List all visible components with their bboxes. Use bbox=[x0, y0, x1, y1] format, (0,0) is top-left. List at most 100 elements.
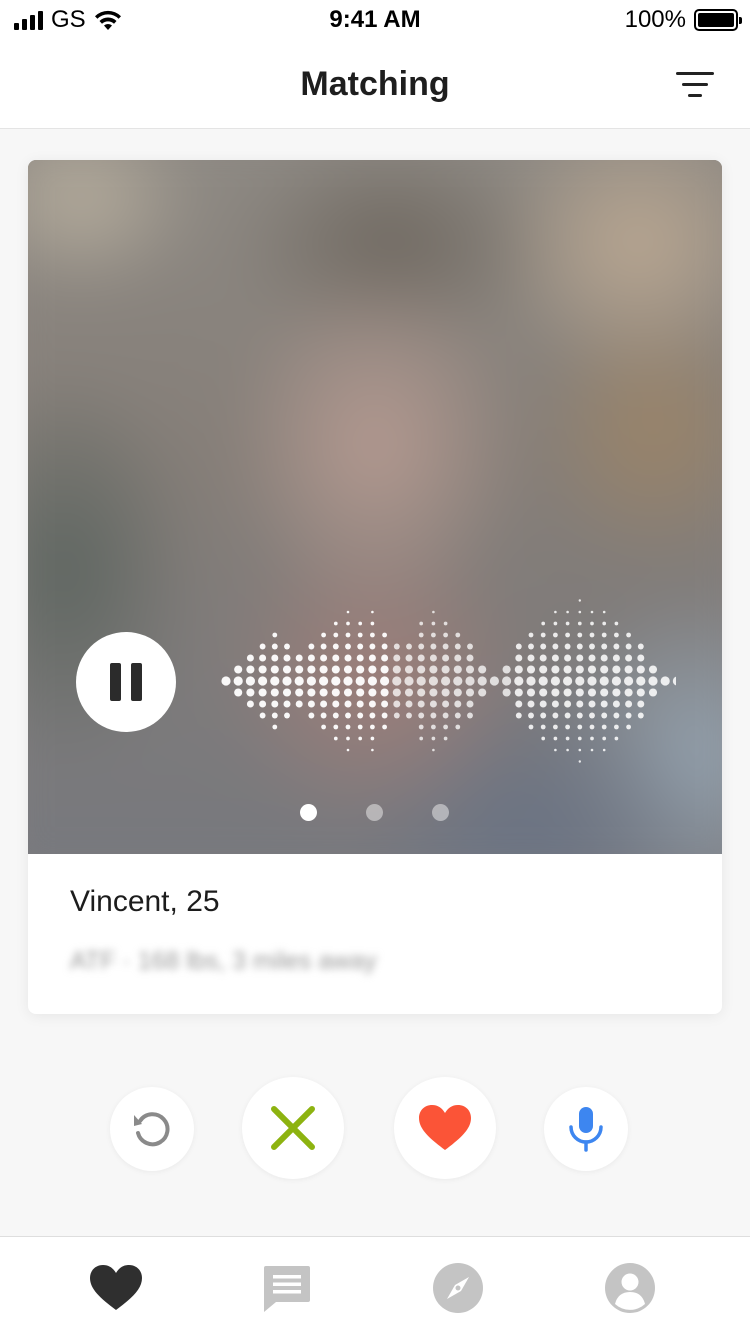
waveform-dot bbox=[307, 700, 315, 708]
profile-icon bbox=[605, 1263, 655, 1313]
tab-matching[interactable] bbox=[86, 1259, 146, 1317]
waveform-dot bbox=[600, 688, 609, 697]
waveform-dot bbox=[417, 654, 425, 662]
tab-messages[interactable] bbox=[256, 1259, 316, 1317]
waveform-dot bbox=[368, 688, 377, 697]
waveform-dot bbox=[432, 610, 435, 614]
waveform-dot bbox=[320, 654, 328, 662]
waveform-dot bbox=[601, 724, 607, 730]
waveform-dot bbox=[455, 724, 461, 730]
waveform-dot bbox=[590, 621, 594, 626]
waveform-dot bbox=[625, 700, 633, 708]
waveform-dot bbox=[295, 688, 304, 697]
waveform-dot bbox=[601, 632, 607, 638]
waveform-dot bbox=[308, 712, 315, 719]
waveform-dot bbox=[514, 676, 524, 686]
waveform-dot bbox=[600, 700, 608, 708]
waveform-dot bbox=[602, 610, 606, 614]
audio-waveform[interactable] bbox=[216, 596, 676, 766]
waveform-dot bbox=[540, 632, 546, 638]
waveform-dot bbox=[602, 748, 606, 752]
page-dot[interactable] bbox=[366, 804, 383, 821]
waveform-dot bbox=[553, 724, 558, 730]
waveform-dot bbox=[601, 643, 608, 650]
waveform-dot bbox=[612, 688, 621, 697]
page-dot-active[interactable] bbox=[300, 804, 317, 821]
profile-photo[interactable] bbox=[28, 160, 722, 854]
waveform-dot bbox=[636, 688, 645, 697]
waveform-dot bbox=[467, 643, 473, 650]
waveform-dot bbox=[589, 643, 595, 650]
waveform-dot bbox=[589, 712, 595, 719]
waveform-dot bbox=[441, 676, 451, 686]
waveform-dot bbox=[418, 632, 424, 638]
waveform-dot bbox=[541, 736, 546, 741]
waveform-dot bbox=[381, 712, 388, 719]
waveform-dot bbox=[271, 643, 278, 650]
waveform-dot bbox=[233, 676, 243, 686]
waveform-dot bbox=[272, 632, 278, 638]
waveform-dot bbox=[370, 621, 375, 626]
waveform-dot bbox=[577, 724, 583, 730]
waveform-dot bbox=[368, 700, 376, 708]
waveform-dot bbox=[443, 632, 448, 638]
waveform-dot bbox=[295, 654, 303, 662]
dislike-button[interactable] bbox=[242, 1077, 344, 1179]
waveform-dot bbox=[431, 736, 436, 741]
waveform-dot bbox=[418, 643, 425, 650]
waveform-dot bbox=[356, 700, 364, 708]
filter-button[interactable] bbox=[676, 68, 720, 102]
waveform-dot bbox=[284, 712, 290, 719]
status-right: 100% bbox=[625, 8, 742, 32]
waveform-dot bbox=[417, 665, 426, 674]
waveform-dot bbox=[404, 688, 414, 697]
waveform-dot bbox=[356, 665, 365, 674]
waveform-dot bbox=[370, 736, 375, 741]
waveform-dot bbox=[588, 700, 596, 708]
waveform-dot bbox=[626, 632, 631, 638]
waveform-dot bbox=[565, 632, 570, 638]
waveform-dot bbox=[295, 665, 304, 674]
like-button[interactable] bbox=[394, 1077, 496, 1179]
waveform-dot bbox=[282, 688, 292, 697]
waveform-dot bbox=[612, 654, 620, 662]
waveform-dot bbox=[307, 654, 315, 662]
waveform-dot bbox=[246, 665, 255, 674]
waveform-dot bbox=[356, 654, 364, 662]
waveform-dot bbox=[245, 676, 255, 686]
waveform-dot bbox=[612, 665, 621, 674]
voice-button[interactable] bbox=[544, 1087, 628, 1171]
waveform-dot bbox=[564, 712, 571, 719]
waveform-dot bbox=[554, 610, 557, 614]
tab-profile[interactable] bbox=[600, 1259, 660, 1317]
waveform-dot bbox=[601, 712, 608, 719]
pause-button[interactable] bbox=[76, 632, 176, 732]
rewind-button[interactable] bbox=[110, 1087, 194, 1171]
waveform-dot bbox=[282, 676, 292, 686]
waveform-dot bbox=[320, 643, 327, 650]
waveform-dot bbox=[428, 676, 438, 686]
navigation-header: Matching bbox=[0, 40, 750, 129]
waveform-dot bbox=[636, 665, 645, 674]
waveform-dot bbox=[369, 643, 376, 650]
waveform-dot bbox=[514, 665, 523, 674]
waveform-dot bbox=[539, 654, 547, 662]
waveform-dot bbox=[333, 632, 339, 638]
waveform-dot bbox=[319, 665, 328, 674]
waveform-dot bbox=[283, 700, 291, 708]
waveform-dot bbox=[453, 688, 462, 697]
waveform-dot bbox=[320, 700, 328, 708]
waveform-dot bbox=[333, 724, 339, 730]
profile-card[interactable]: Vincent, 25 ATF · 168 lbs, 3 miles away bbox=[28, 160, 722, 1014]
waveform-dot bbox=[454, 643, 461, 650]
waveform-dot bbox=[515, 654, 523, 662]
waveform-dot bbox=[405, 654, 413, 662]
waveform-dot bbox=[515, 700, 523, 708]
waveform-dot bbox=[563, 665, 572, 674]
page-dot[interactable] bbox=[432, 804, 449, 821]
waveform-dot bbox=[441, 665, 450, 674]
waveform-dot bbox=[221, 676, 231, 686]
waveform-dot bbox=[234, 665, 243, 674]
tab-discover[interactable] bbox=[428, 1259, 488, 1317]
waveform-dot bbox=[332, 654, 340, 662]
